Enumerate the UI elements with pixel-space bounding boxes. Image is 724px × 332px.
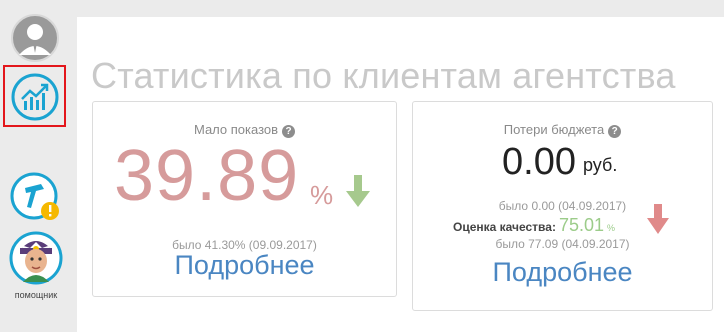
- help-icon[interactable]: ?: [608, 125, 622, 138]
- user-avatar-button[interactable]: [10, 13, 60, 63]
- budget-loss-value: 0.00: [502, 141, 576, 183]
- statistics-nav-button[interactable]: [3, 65, 66, 127]
- quality-score-label: Оценка качества:: [453, 220, 556, 234]
- card-title: Потери бюджета?: [413, 122, 712, 138]
- metric-unit: %: [310, 180, 334, 210]
- budget-loss-card: Потери бюджета? 0.00 руб. было 0.00 (04.…: [412, 101, 713, 311]
- metric-value: 39.89: [114, 136, 300, 216]
- currency-unit: руб.: [583, 155, 618, 175]
- details-link[interactable]: Подробнее: [93, 250, 396, 281]
- main-content: Статистика по клиентам агентства Мало по…: [77, 17, 724, 332]
- assistant-button[interactable]: помощник: [6, 228, 66, 304]
- assistant-label: помощник: [14, 290, 58, 300]
- arrow-down-icon: [346, 175, 370, 207]
- tools-alert-button[interactable]: [10, 172, 60, 222]
- user-icon: [11, 14, 59, 62]
- quality-score-value: 75.01: [558, 215, 604, 235]
- assistant-avatar-icon: [9, 231, 63, 285]
- quality-previous-text: было 77.09 (04.09.2017): [495, 237, 630, 251]
- details-link[interactable]: Подробнее: [413, 257, 712, 288]
- card-title-text: Потери бюджета: [503, 122, 605, 137]
- quality-score-row: Оценка качества: 75.01%: [453, 215, 615, 236]
- trending-chart-icon: [11, 73, 59, 121]
- hammer-warning-icon: [10, 172, 59, 220]
- sidebar: помощник: [0, 0, 71, 332]
- quality-score-unit: %: [607, 223, 616, 233]
- low-impressions-card: Мало показов? 39.89 % было 41.30% (09.09…: [92, 101, 397, 297]
- page-title: Статистика по клиентам агентства: [91, 55, 676, 96]
- card-title-text: Мало показов: [193, 122, 279, 137]
- arrow-down-icon: [647, 204, 669, 234]
